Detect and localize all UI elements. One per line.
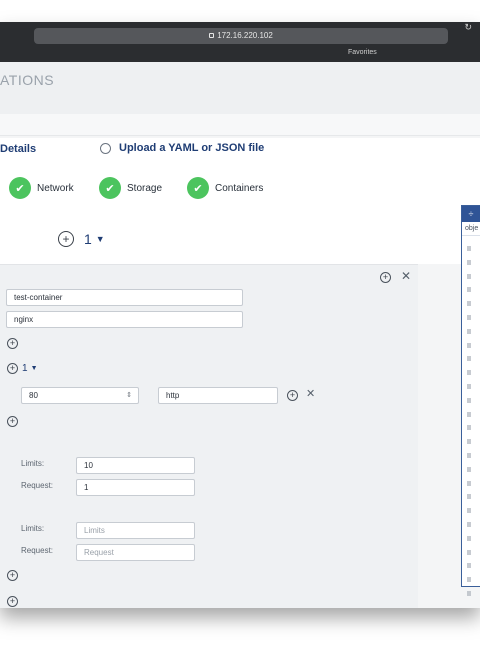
drag-grip-icon [467, 328, 471, 334]
image-field[interactable]: nginx [6, 311, 243, 328]
drag-grip-icon [467, 508, 471, 514]
web-page: ATIONS Details Upload a YAML or JSON fil… [0, 62, 480, 608]
memory-limits-label: Limits: [21, 524, 45, 533]
add-probe-icon[interactable]: + [7, 596, 18, 607]
drag-grip-icon [467, 425, 471, 431]
drag-grip-icon [467, 480, 471, 486]
drag-grip-icon [467, 397, 471, 403]
drag-grip-icon [467, 370, 471, 376]
drag-grip-icon [467, 356, 471, 362]
ports-count-value[interactable]: 1 [22, 363, 28, 374]
drag-grip-icon [467, 342, 471, 348]
check-icon: ✔ [9, 177, 31, 199]
cpu-request-label: Request: [21, 481, 54, 490]
drag-grip-icon [467, 522, 471, 527]
cpu-limits-field[interactable]: 10 [76, 457, 195, 474]
memory-request-label: Request: [21, 546, 54, 555]
cpu-limits-label: Limits: [21, 459, 45, 468]
device-frame: 172.16.220.102 ↻ Favorites ATIONS Detail… [0, 22, 480, 608]
header-strip [0, 114, 480, 136]
drag-grip-icon [467, 591, 471, 596]
container-count-value[interactable]: 1 [84, 231, 92, 247]
step-network[interactable]: ✔ Network [9, 177, 74, 199]
ports-count-control: + 1 ▼ [7, 363, 38, 374]
upload-radio[interactable] [100, 142, 111, 154]
drag-grip-icon [467, 259, 471, 265]
drag-grip-icon [467, 301, 471, 307]
drag-grip-icon [467, 384, 471, 389]
step-label: Storage [127, 182, 163, 194]
page-title: ATIONS [0, 72, 55, 88]
preview-row-label: obje [462, 222, 480, 236]
step-storage[interactable]: ✔ Storage [99, 177, 162, 199]
add-port-icon[interactable]: + [7, 363, 18, 374]
add-volume-icon[interactable]: + [7, 570, 18, 581]
container-name-field[interactable]: test-container [6, 289, 243, 306]
check-icon: ✔ [99, 177, 121, 199]
port-value: 80 [29, 391, 38, 400]
chevron-down-icon[interactable]: ▼ [31, 365, 38, 372]
memory-request-field[interactable]: Request [76, 544, 195, 561]
drag-grip-icon [467, 549, 471, 555]
drag-grip-icon [467, 466, 471, 472]
add-container-icon[interactable]: + [58, 231, 74, 247]
wizard-steps: ✔ Network ✔ Storage ✔ Containers + 1 ▼ [0, 168, 480, 264]
reload-icon[interactable]: ↻ [464, 22, 472, 33]
step-label: Network [37, 182, 74, 194]
drag-grip-icon [467, 287, 471, 293]
drag-grip-icon [467, 315, 471, 320]
step-containers[interactable]: ✔ Containers [187, 177, 263, 199]
add-icon[interactable]: + [380, 272, 391, 283]
mode-upload-option[interactable]: Upload a YAML or JSON file [100, 142, 264, 154]
protocol-field[interactable]: http [158, 387, 278, 404]
mode-selector: Details Upload a YAML or JSON file [0, 138, 480, 168]
drag-grip-icon [467, 535, 471, 541]
browser-toolbar: 172.16.220.102 ↻ Favorites [0, 22, 480, 62]
mode-details-option[interactable]: Details [0, 143, 36, 155]
address-bar[interactable]: 172.16.220.102 [34, 28, 448, 44]
upload-option-label: Upload a YAML or JSON file [119, 142, 265, 154]
collapse-icon[interactable]: ÷ [462, 206, 480, 222]
chevron-down-icon[interactable]: ▼ [96, 234, 105, 244]
favorites-label[interactable]: Favorites [348, 49, 377, 56]
add-command-icon[interactable]: + [7, 338, 18, 349]
close-icon[interactable]: ✕ [401, 269, 411, 283]
cpu-request-field[interactable]: 1 [76, 479, 195, 496]
drag-grip-icon [467, 246, 471, 251]
address-text: 172.16.220.102 [217, 31, 273, 40]
add-port-row-icon[interactable]: + [287, 390, 298, 401]
yaml-preview-panel: ÷ obje [461, 205, 480, 596]
container-form: + ✕ test-container nginx + + 1 ▼ 80 ⇕ ht… [0, 264, 418, 608]
check-icon: ✔ [187, 177, 209, 199]
stepper-icon[interactable]: ⇕ [126, 388, 132, 403]
lock-icon [209, 33, 215, 38]
drag-grip-icon [467, 453, 471, 458]
add-env-icon[interactable]: + [7, 416, 18, 427]
memory-limits-field[interactable]: Limits [76, 522, 195, 539]
drag-grip-icon [467, 411, 471, 417]
drag-grip-icon [467, 494, 471, 500]
drag-grip-icon [467, 439, 471, 445]
container-count-control: + 1 ▼ [58, 231, 105, 247]
port-field[interactable]: 80 ⇕ [21, 387, 139, 404]
drag-grip-icon [467, 563, 471, 569]
drag-grip-icon [467, 577, 471, 583]
step-label: Containers [215, 182, 264, 194]
drag-grip-icon [467, 273, 471, 279]
remove-port-icon[interactable]: ✕ [306, 387, 315, 400]
